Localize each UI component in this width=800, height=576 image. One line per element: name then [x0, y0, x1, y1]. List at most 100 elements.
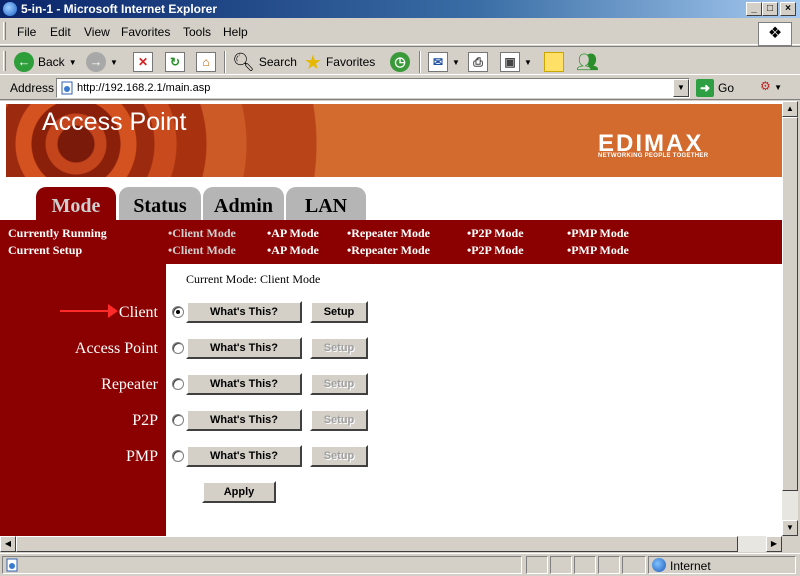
mode-label-pmp: PMP [125, 448, 158, 465]
whats-this-pmp-button[interactable]: What's This? [186, 445, 302, 467]
setup-repeater: •Repeater Mode [347, 243, 430, 257]
favorites-button[interactable]: ★ Favorites [304, 50, 375, 74]
tab-status[interactable]: Status [119, 187, 201, 221]
search-label: Search [258, 55, 297, 69]
current-mode-text: Current Mode: Client Mode [186, 272, 321, 286]
forward-dropdown-icon[interactable]: ▼ [110, 58, 118, 67]
close-button[interactable]: × [780, 2, 796, 16]
status-zone-text: Internet [670, 559, 711, 573]
radio-pmp[interactable] [172, 450, 184, 462]
favorites-label: Favorites [325, 55, 376, 69]
currently-running-label: Currently Running [8, 226, 107, 240]
menu-view[interactable]: View [84, 25, 110, 39]
horizontal-scrollbar[interactable]: ◀ ▶ [0, 536, 782, 552]
maximize-button[interactable]: □ [762, 2, 778, 16]
address-dropdown-icon[interactable]: ▼ [673, 79, 689, 97]
mode-label-repeater: Repeater [101, 376, 158, 393]
setup-repeater-button: Setup [310, 373, 368, 395]
print-icon: ⎙ [468, 52, 488, 72]
mode-sidebar: Client Access Point Repeater P2P PMP [0, 264, 166, 536]
setup-client-button[interactable]: Setup [310, 301, 368, 323]
whats-this-repeater-button[interactable]: What's This? [186, 373, 302, 395]
scroll-down-icon[interactable]: ▼ [782, 520, 798, 536]
menu-favorites[interactable]: Favorites [121, 25, 170, 39]
status-main-pane [2, 556, 522, 574]
menu-help[interactable]: Help [223, 25, 248, 39]
vertical-scroll-thumb[interactable] [782, 117, 798, 491]
horizontal-scroll-thumb[interactable] [16, 536, 738, 552]
go-label: Go [718, 81, 735, 95]
internet-globe-icon [652, 558, 666, 572]
links-dropdown-icon: ▼ [774, 83, 783, 92]
toolbar-grip [3, 51, 6, 71]
setup-client: •Client Mode [168, 243, 236, 257]
setup-p2p: •P2P Mode [467, 243, 524, 257]
mail-dropdown-icon[interactable]: ▼ [452, 58, 460, 67]
status-bar: Internet [0, 553, 800, 576]
address-bar: Address ▼ ➜ Go ⚙ ▼ [0, 76, 800, 100]
menu-file[interactable]: File [17, 25, 36, 39]
whats-this-p2p-button[interactable]: What's This? [186, 409, 302, 431]
minimize-button[interactable]: _ [746, 2, 762, 16]
whats-this-client-button[interactable]: What's This? [186, 301, 302, 323]
go-button[interactable]: ➜ Go [696, 79, 734, 97]
menu-edit[interactable]: Edit [50, 25, 71, 39]
edit-dropdown-icon[interactable]: ▼ [524, 58, 532, 67]
forward-button[interactable]: → ▼ [86, 50, 118, 74]
menu-bar: File Edit View Favorites Tools Help [0, 19, 800, 45]
running-pmp: •PMP Mode [567, 226, 629, 240]
radio-access-point[interactable] [172, 342, 184, 354]
current-setup-label: Current Setup [8, 243, 83, 257]
scroll-right-icon[interactable]: ▶ [766, 536, 782, 552]
radio-repeater[interactable] [172, 378, 184, 390]
favorites-star-icon: ★ [304, 51, 322, 74]
tab-admin[interactable]: Admin [203, 187, 284, 221]
forward-arrow-icon: → [86, 52, 106, 72]
search-icon: 🔍︎ [232, 51, 255, 72]
refresh-button[interactable]: ↻ [165, 50, 185, 74]
radio-p2p[interactable] [172, 414, 184, 426]
logo-tagline: NETWORKING PEOPLE TOGETHER [598, 153, 709, 159]
edit-icon: ▣ [500, 52, 520, 72]
stop-button[interactable]: ✕ [133, 50, 153, 74]
scroll-left-icon[interactable]: ◀ [0, 536, 16, 552]
tab-mode[interactable]: Mode [36, 187, 116, 221]
running-repeater: •Repeater Mode [347, 226, 430, 240]
print-button[interactable]: ⎙ [468, 50, 488, 74]
mail-button[interactable]: ✉ ▼ [428, 50, 460, 74]
status-pane [622, 556, 646, 574]
toolbar-separator [224, 51, 226, 73]
ie-icon [3, 2, 17, 16]
menu-tools[interactable]: Tools [183, 25, 211, 39]
scroll-up-icon[interactable]: ▲ [782, 101, 798, 117]
apply-button[interactable]: Apply [202, 481, 276, 503]
links-button[interactable]: ⚙ ▼ [760, 79, 782, 93]
edit-button[interactable]: ▣ ▼ [500, 50, 532, 74]
status-pane [550, 556, 572, 574]
history-button[interactable]: ◷ [390, 50, 410, 74]
address-field[interactable]: ▼ [56, 78, 690, 98]
vertical-scrollbar[interactable]: ▲ ▼ [782, 101, 798, 536]
back-button[interactable]: ← Back ▼ [14, 50, 77, 74]
tab-lan[interactable]: LAN [286, 187, 366, 221]
page-content: Access Point EDIMAX NETWORKING PEOPLE TO… [0, 101, 782, 536]
whats-this-access-point-button[interactable]: What's This? [186, 337, 302, 359]
search-button[interactable]: 🔍︎ Search [232, 50, 297, 74]
mode-info-band: Currently Running Current Setup •Client … [0, 220, 782, 264]
messenger-button[interactable]: 👥︎ [576, 50, 599, 74]
home-button[interactable]: ⌂ [196, 50, 216, 74]
refresh-icon: ↻ [165, 52, 185, 72]
discuss-button[interactable] [544, 50, 564, 74]
address-input[interactable] [77, 81, 667, 95]
back-dropdown-icon[interactable]: ▼ [69, 58, 77, 67]
radio-client[interactable] [172, 306, 184, 318]
page-icon [61, 81, 73, 95]
setup-access-point-button: Setup [310, 337, 368, 359]
back-arrow-icon: ← [14, 52, 34, 72]
mode-label-access-point: Access Point [74, 340, 158, 357]
arrow-right-icon [60, 304, 118, 318]
scrollbar-corner [782, 536, 798, 552]
history-icon: ◷ [390, 52, 410, 72]
messenger-icon: 👥︎ [576, 51, 599, 72]
home-icon: ⌂ [196, 52, 216, 72]
